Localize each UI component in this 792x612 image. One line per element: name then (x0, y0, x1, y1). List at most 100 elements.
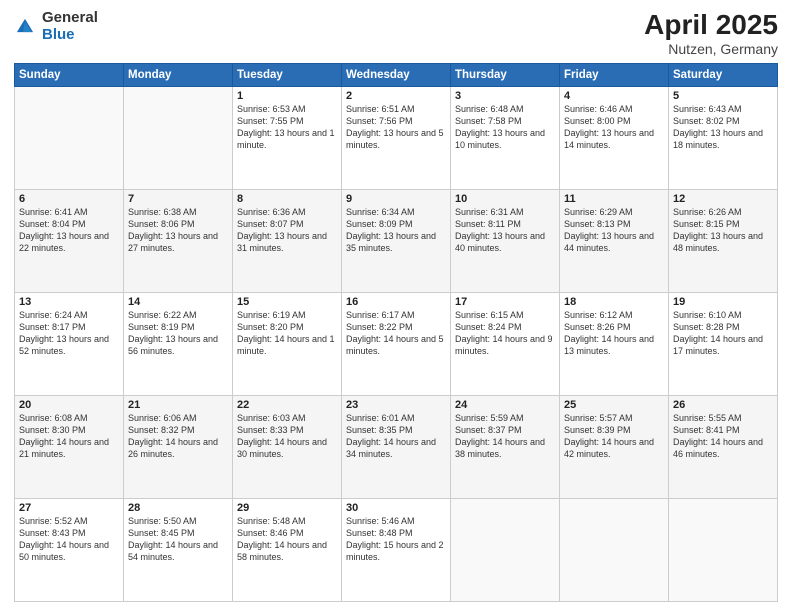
day-number: 6 (19, 193, 119, 205)
day-info: Sunrise: 6:17 AMSunset: 8:22 PMDaylight:… (346, 309, 446, 358)
calendar-table: Sunday Monday Tuesday Wednesday Thursday… (14, 63, 778, 602)
day-number: 27 (19, 502, 119, 514)
table-row: 15Sunrise: 6:19 AMSunset: 8:20 PMDayligh… (233, 292, 342, 395)
table-row: 7Sunrise: 6:38 AMSunset: 8:06 PMDaylight… (124, 189, 233, 292)
table-row: 14Sunrise: 6:22 AMSunset: 8:19 PMDayligh… (124, 292, 233, 395)
day-info: Sunrise: 6:36 AMSunset: 8:07 PMDaylight:… (237, 206, 337, 255)
day-number: 22 (237, 399, 337, 411)
col-saturday: Saturday (669, 63, 778, 86)
day-number: 21 (128, 399, 228, 411)
logo-icon (14, 16, 36, 38)
day-info: Sunrise: 6:53 AMSunset: 7:55 PMDaylight:… (237, 103, 337, 152)
table-row: 8Sunrise: 6:36 AMSunset: 8:07 PMDaylight… (233, 189, 342, 292)
day-info: Sunrise: 5:57 AMSunset: 8:39 PMDaylight:… (564, 412, 664, 461)
day-number: 15 (237, 296, 337, 308)
table-row (124, 86, 233, 189)
day-info: Sunrise: 6:19 AMSunset: 8:20 PMDaylight:… (237, 309, 337, 358)
col-tuesday: Tuesday (233, 63, 342, 86)
table-row: 10Sunrise: 6:31 AMSunset: 8:11 PMDayligh… (451, 189, 560, 292)
day-info: Sunrise: 5:55 AMSunset: 8:41 PMDaylight:… (673, 412, 773, 461)
table-row: 25Sunrise: 5:57 AMSunset: 8:39 PMDayligh… (560, 395, 669, 498)
logo-general: General (42, 10, 98, 27)
header: General Blue April 2025 Nutzen, Germany (14, 10, 778, 57)
day-number: 10 (455, 193, 555, 205)
col-thursday: Thursday (451, 63, 560, 86)
day-number: 14 (128, 296, 228, 308)
day-number: 3 (455, 90, 555, 102)
table-row: 16Sunrise: 6:17 AMSunset: 8:22 PMDayligh… (342, 292, 451, 395)
day-number: 23 (346, 399, 446, 411)
calendar-header-row: Sunday Monday Tuesday Wednesday Thursday… (15, 63, 778, 86)
location-subtitle: Nutzen, Germany (644, 41, 778, 57)
day-info: Sunrise: 6:46 AMSunset: 8:00 PMDaylight:… (564, 103, 664, 152)
table-row: 27Sunrise: 5:52 AMSunset: 8:43 PMDayligh… (15, 498, 124, 601)
table-row: 26Sunrise: 5:55 AMSunset: 8:41 PMDayligh… (669, 395, 778, 498)
day-number: 11 (564, 193, 664, 205)
day-info: Sunrise: 6:24 AMSunset: 8:17 PMDaylight:… (19, 309, 119, 358)
day-info: Sunrise: 6:12 AMSunset: 8:26 PMDaylight:… (564, 309, 664, 358)
day-info: Sunrise: 5:50 AMSunset: 8:45 PMDaylight:… (128, 515, 228, 564)
table-row: 29Sunrise: 5:48 AMSunset: 8:46 PMDayligh… (233, 498, 342, 601)
day-info: Sunrise: 5:52 AMSunset: 8:43 PMDaylight:… (19, 515, 119, 564)
day-info: Sunrise: 6:06 AMSunset: 8:32 PMDaylight:… (128, 412, 228, 461)
day-info: Sunrise: 5:59 AMSunset: 8:37 PMDaylight:… (455, 412, 555, 461)
day-info: Sunrise: 6:38 AMSunset: 8:06 PMDaylight:… (128, 206, 228, 255)
day-info: Sunrise: 6:31 AMSunset: 8:11 PMDaylight:… (455, 206, 555, 255)
day-number: 1 (237, 90, 337, 102)
table-row: 19Sunrise: 6:10 AMSunset: 8:28 PMDayligh… (669, 292, 778, 395)
day-number: 26 (673, 399, 773, 411)
day-number: 5 (673, 90, 773, 102)
table-row: 6Sunrise: 6:41 AMSunset: 8:04 PMDaylight… (15, 189, 124, 292)
day-number: 2 (346, 90, 446, 102)
page: General Blue April 2025 Nutzen, Germany … (0, 0, 792, 612)
table-row: 28Sunrise: 5:50 AMSunset: 8:45 PMDayligh… (124, 498, 233, 601)
day-info: Sunrise: 6:43 AMSunset: 8:02 PMDaylight:… (673, 103, 773, 152)
table-row: 5Sunrise: 6:43 AMSunset: 8:02 PMDaylight… (669, 86, 778, 189)
table-row: 1Sunrise: 6:53 AMSunset: 7:55 PMDaylight… (233, 86, 342, 189)
day-number: 28 (128, 502, 228, 514)
day-number: 13 (19, 296, 119, 308)
day-info: Sunrise: 6:48 AMSunset: 7:58 PMDaylight:… (455, 103, 555, 152)
day-number: 29 (237, 502, 337, 514)
day-info: Sunrise: 6:15 AMSunset: 8:24 PMDaylight:… (455, 309, 555, 358)
day-info: Sunrise: 6:01 AMSunset: 8:35 PMDaylight:… (346, 412, 446, 461)
table-row: 13Sunrise: 6:24 AMSunset: 8:17 PMDayligh… (15, 292, 124, 395)
col-sunday: Sunday (15, 63, 124, 86)
table-row: 11Sunrise: 6:29 AMSunset: 8:13 PMDayligh… (560, 189, 669, 292)
day-info: Sunrise: 6:08 AMSunset: 8:30 PMDaylight:… (19, 412, 119, 461)
day-number: 24 (455, 399, 555, 411)
day-number: 8 (237, 193, 337, 205)
day-number: 18 (564, 296, 664, 308)
day-info: Sunrise: 6:29 AMSunset: 8:13 PMDaylight:… (564, 206, 664, 255)
day-number: 16 (346, 296, 446, 308)
table-row: 20Sunrise: 6:08 AMSunset: 8:30 PMDayligh… (15, 395, 124, 498)
day-info: Sunrise: 6:34 AMSunset: 8:09 PMDaylight:… (346, 206, 446, 255)
col-monday: Monday (124, 63, 233, 86)
table-row: 22Sunrise: 6:03 AMSunset: 8:33 PMDayligh… (233, 395, 342, 498)
title-block: April 2025 Nutzen, Germany (644, 10, 778, 57)
day-info: Sunrise: 6:03 AMSunset: 8:33 PMDaylight:… (237, 412, 337, 461)
day-number: 7 (128, 193, 228, 205)
col-wednesday: Wednesday (342, 63, 451, 86)
day-info: Sunrise: 6:22 AMSunset: 8:19 PMDaylight:… (128, 309, 228, 358)
table-row: 18Sunrise: 6:12 AMSunset: 8:26 PMDayligh… (560, 292, 669, 395)
day-number: 17 (455, 296, 555, 308)
day-info: Sunrise: 5:46 AMSunset: 8:48 PMDaylight:… (346, 515, 446, 564)
logo-text: General Blue (42, 10, 98, 43)
table-row (560, 498, 669, 601)
logo-blue: Blue (42, 27, 98, 44)
table-row: 9Sunrise: 6:34 AMSunset: 8:09 PMDaylight… (342, 189, 451, 292)
day-info: Sunrise: 6:26 AMSunset: 8:15 PMDaylight:… (673, 206, 773, 255)
day-number: 19 (673, 296, 773, 308)
table-row: 2Sunrise: 6:51 AMSunset: 7:56 PMDaylight… (342, 86, 451, 189)
col-friday: Friday (560, 63, 669, 86)
table-row (669, 498, 778, 601)
table-row: 3Sunrise: 6:48 AMSunset: 7:58 PMDaylight… (451, 86, 560, 189)
table-row: 30Sunrise: 5:46 AMSunset: 8:48 PMDayligh… (342, 498, 451, 601)
day-info: Sunrise: 6:10 AMSunset: 8:28 PMDaylight:… (673, 309, 773, 358)
day-info: Sunrise: 6:51 AMSunset: 7:56 PMDaylight:… (346, 103, 446, 152)
day-number: 4 (564, 90, 664, 102)
table-row (451, 498, 560, 601)
table-row: 17Sunrise: 6:15 AMSunset: 8:24 PMDayligh… (451, 292, 560, 395)
day-number: 12 (673, 193, 773, 205)
